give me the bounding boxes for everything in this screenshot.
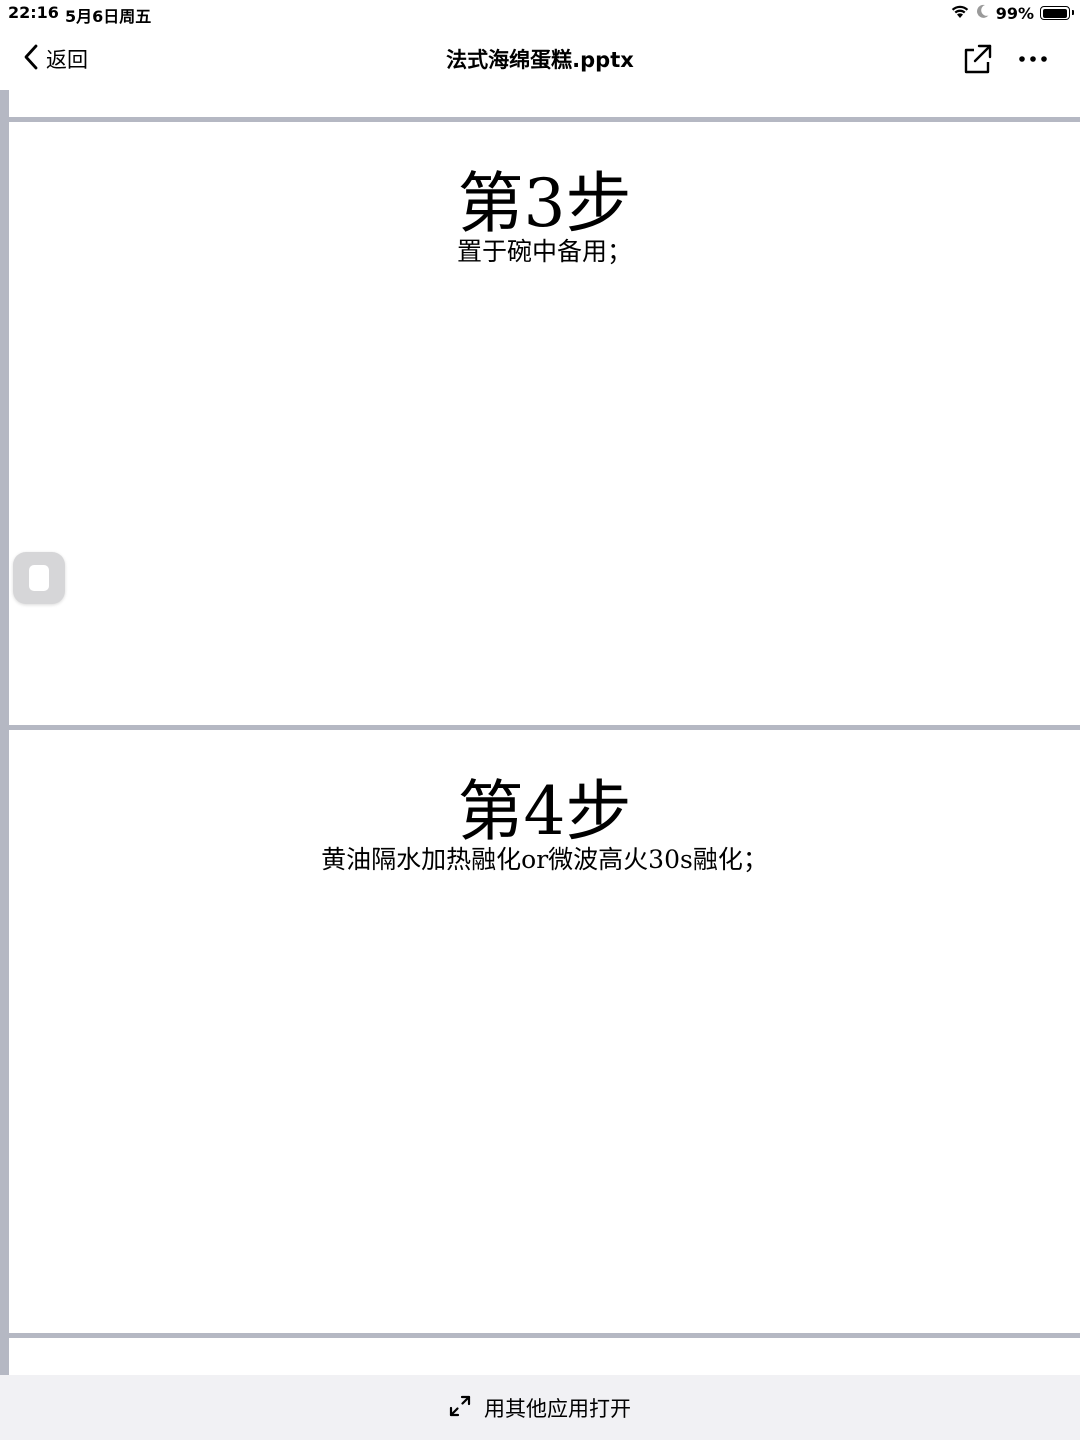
status-date: 5月6日周五 xyxy=(65,7,152,26)
expand-icon xyxy=(448,1394,472,1422)
moon-icon xyxy=(976,3,990,23)
slide-heading: 第3步 xyxy=(457,165,632,242)
document-viewer[interactable]: 第3步 置于碗中备用； 第4步 黄油隔水加热融化or微波高火30s融化； xyxy=(0,90,1080,1375)
status-indicators: 99% xyxy=(950,3,1074,23)
battery-percent: 99% xyxy=(995,3,1034,23)
slide: 第3步 置于碗中备用； xyxy=(9,122,1080,725)
assistive-touch-button[interactable] xyxy=(13,552,65,604)
open-with-label: 用其他应用打开 xyxy=(484,1397,631,1421)
scroll-rail xyxy=(0,90,9,1375)
back-button[interactable]: 返回 xyxy=(22,42,88,76)
slide-heading: 第4步 xyxy=(457,773,632,850)
slide-separator xyxy=(9,1333,1080,1338)
nav-bar: 返回 法式海绵蛋糕.pptx xyxy=(0,28,1080,90)
open-with-other-app-button[interactable]: 用其他应用打开 xyxy=(448,1393,631,1423)
slide: 第4步 黄油隔水加热融化or微波高火30s融化； xyxy=(9,730,1080,1333)
wifi-icon xyxy=(950,3,970,23)
battery-icon xyxy=(1040,6,1074,20)
status-time: 22:16 xyxy=(8,3,59,22)
status-bar: 22:16 5月6日周五 99% xyxy=(0,0,1080,28)
back-label: 返回 xyxy=(46,48,88,72)
handle-icon xyxy=(29,565,49,591)
slide-body: 黄油隔水加热融化or微波高火30s融化； xyxy=(321,845,768,874)
slide-body: 置于碗中备用； xyxy=(456,237,632,266)
chevron-left-icon xyxy=(22,43,40,75)
share-icon[interactable] xyxy=(960,42,994,76)
page-title: 法式海绵蛋糕.pptx xyxy=(446,48,634,72)
bottom-bar: 用其他应用打开 xyxy=(0,1375,1080,1440)
more-icon[interactable] xyxy=(1014,42,1052,76)
